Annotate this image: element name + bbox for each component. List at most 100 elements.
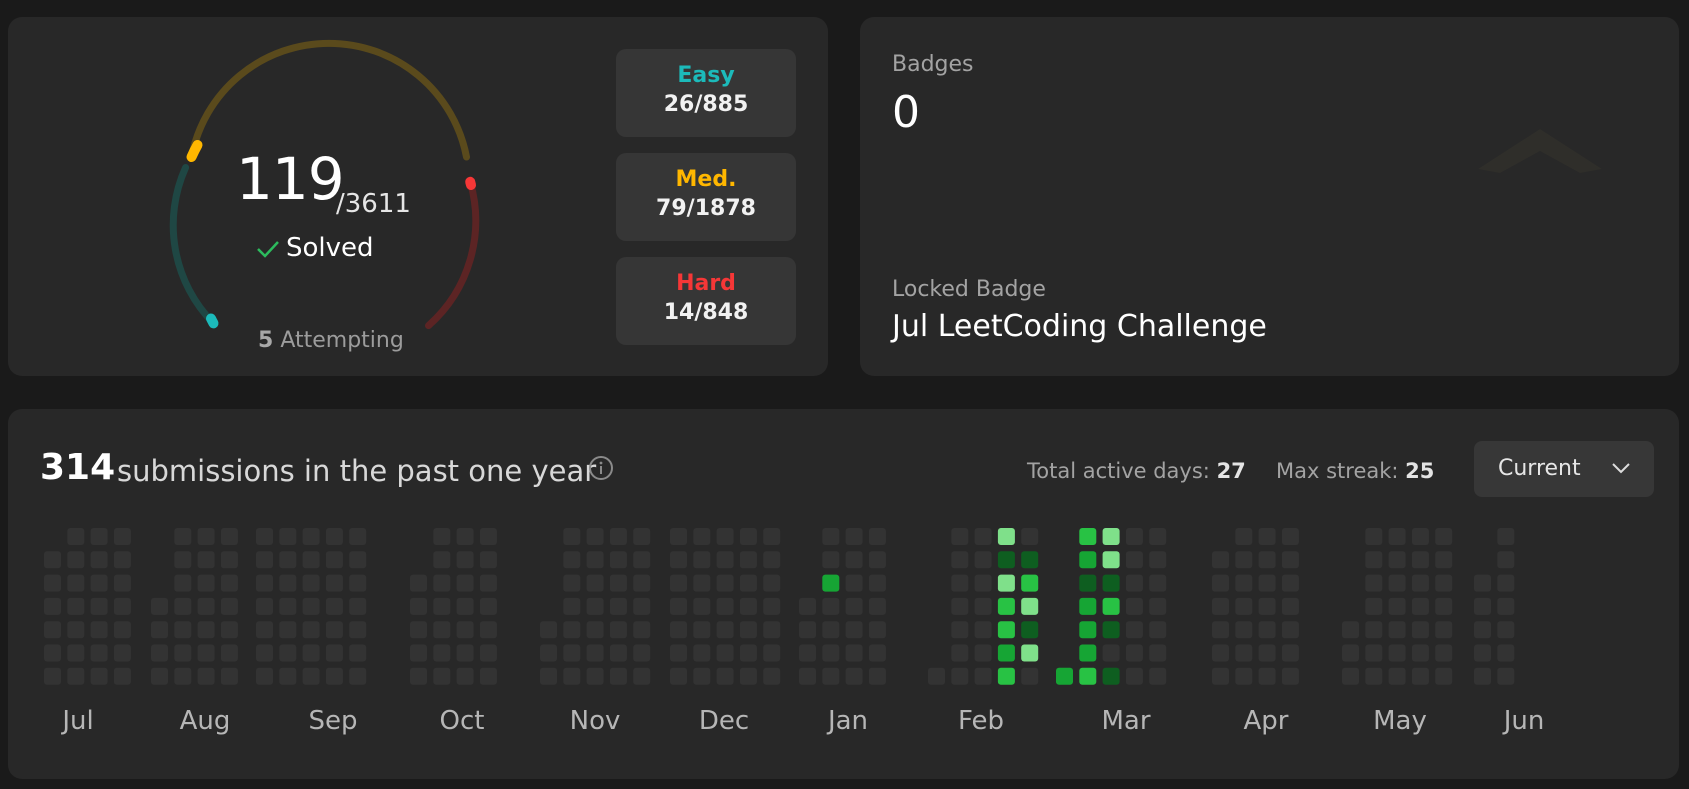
heatmap-day-cell[interactable] [151, 667, 168, 685]
heatmap-day-cell[interactable] [433, 667, 451, 685]
heatmap-day-cell[interactable] [1212, 621, 1229, 639]
heatmap-day-cell[interactable] [302, 597, 320, 615]
heatmap-day-cell[interactable] [763, 597, 781, 615]
heatmap-day-cell[interactable] [349, 597, 367, 615]
heatmap-day-cell[interactable] [822, 644, 840, 662]
heatmap-day-cell[interactable] [763, 644, 781, 662]
heatmap-day-cell[interactable] [763, 574, 781, 592]
heatmap-day-cell[interactable] [1021, 621, 1039, 639]
heatmap-day-cell[interactable] [716, 551, 734, 569]
heatmap-day-cell[interactable] [349, 644, 367, 662]
heatmap-day-cell[interactable] [845, 597, 863, 615]
heatmap-day-cell[interactable] [174, 551, 192, 569]
heatmap-day-cell[interactable] [479, 597, 497, 615]
heatmap-day-cell[interactable] [1258, 597, 1276, 615]
heatmap-day-cell[interactable] [563, 574, 581, 592]
heatmap-day-cell[interactable] [609, 667, 627, 685]
heatmap-day-cell[interactable] [670, 644, 687, 662]
heatmap-day-cell[interactable] [151, 597, 168, 615]
heatmap-day-cell[interactable] [1388, 597, 1406, 615]
heatmap-day-cell[interactable] [1258, 528, 1276, 545]
range-select-button[interactable]: Current [1474, 441, 1654, 497]
heatmap-day-cell[interactable] [716, 528, 734, 545]
heatmap-day-cell[interactable] [586, 667, 604, 685]
heatmap-day-cell[interactable] [693, 597, 711, 615]
heatmap-day-cell[interactable] [113, 644, 131, 662]
heatmap-day-cell[interactable] [974, 597, 992, 615]
heatmap-day-cell[interactable] [1435, 667, 1453, 685]
badges-card[interactable]: Badges 0 Locked Badge Jul LeetCoding Cha… [860, 17, 1679, 376]
heatmap-day-cell[interactable] [279, 667, 297, 685]
heatmap-day-cell[interactable] [1435, 644, 1453, 662]
heatmap-day-cell[interactable] [974, 644, 992, 662]
heatmap-day-cell[interactable] [1021, 528, 1039, 545]
heatmap-day-cell[interactable] [799, 644, 816, 662]
heatmap-day-cell[interactable] [456, 551, 474, 569]
heatmap-day-cell[interactable] [90, 644, 108, 662]
heatmap-day-cell[interactable] [1281, 528, 1299, 545]
heatmap-day-cell[interactable] [410, 621, 427, 639]
heatmap-day-cell[interactable] [1021, 597, 1039, 615]
heatmap-day-cell[interactable] [540, 621, 557, 639]
heatmap-day-cell[interactable] [1125, 528, 1143, 545]
heatmap-day-cell[interactable] [563, 621, 581, 639]
heatmap-day-cell[interactable] [44, 667, 61, 685]
heatmap-day-cell[interactable] [1497, 621, 1515, 639]
heatmap-day-cell[interactable] [633, 644, 651, 662]
heatmap-day-cell[interactable] [1258, 644, 1276, 662]
heatmap-day-cell[interactable] [609, 574, 627, 592]
heatmap-day-cell[interactable] [822, 528, 840, 545]
heatmap-day-cell[interactable] [67, 644, 85, 662]
heatmap-day-cell[interactable] [197, 528, 215, 545]
heatmap-day-cell[interactable] [302, 644, 320, 662]
heatmap-day-cell[interactable] [90, 621, 108, 639]
heatmap-day-cell[interactable] [220, 621, 238, 639]
heatmap-day-cell[interactable] [609, 528, 627, 545]
heatmap-day-cell[interactable] [1235, 551, 1253, 569]
heatmap-day-cell[interactable] [845, 528, 863, 545]
heatmap-day-cell[interactable] [174, 528, 192, 545]
heatmap-day-cell[interactable] [1235, 597, 1253, 615]
heatmap-day-cell[interactable] [586, 551, 604, 569]
heatmap-day-cell[interactable] [410, 574, 427, 592]
heatmap-day-cell[interactable] [1497, 667, 1515, 685]
heatmap-day-cell[interactable] [739, 644, 757, 662]
medium-stat[interactable]: Med. 79/1878 [616, 153, 796, 241]
heatmap-day-cell[interactable] [44, 597, 61, 615]
heatmap-day-cell[interactable] [279, 574, 297, 592]
heatmap-day-cell[interactable] [197, 551, 215, 569]
heatmap-day-cell[interactable] [44, 574, 61, 592]
heatmap-day-cell[interactable] [1079, 644, 1097, 662]
heatmap-day-cell[interactable] [302, 667, 320, 685]
heatmap-day-cell[interactable] [670, 667, 687, 685]
heatmap-day-cell[interactable] [1342, 621, 1359, 639]
heatmap-day-cell[interactable] [1125, 621, 1143, 639]
heatmap-day-cell[interactable] [609, 644, 627, 662]
heatmap-day-cell[interactable] [410, 644, 427, 662]
heatmap-day-cell[interactable] [633, 528, 651, 545]
heatmap-day-cell[interactable] [1102, 621, 1120, 639]
heatmap-day-cell[interactable] [1149, 528, 1167, 545]
heatmap-day-cell[interactable] [997, 551, 1015, 569]
heatmap-day-cell[interactable] [44, 621, 61, 639]
heatmap-day-cell[interactable] [302, 528, 320, 545]
heatmap-day-cell[interactable] [1021, 644, 1039, 662]
heatmap-day-cell[interactable] [670, 597, 687, 615]
heatmap-day-cell[interactable] [1212, 551, 1229, 569]
heatmap-day-cell[interactable] [67, 667, 85, 685]
heatmap-day-cell[interactable] [586, 621, 604, 639]
heatmap-day-cell[interactable] [1125, 597, 1143, 615]
heatmap-day-cell[interactable] [220, 551, 238, 569]
heatmap-day-cell[interactable] [1102, 574, 1120, 592]
heatmap-day-cell[interactable] [997, 667, 1015, 685]
heatmap-day-cell[interactable] [349, 551, 367, 569]
heatmap-day-cell[interactable] [868, 528, 886, 545]
heatmap-day-cell[interactable] [951, 621, 969, 639]
heatmap-day-cell[interactable] [1435, 621, 1453, 639]
heatmap-day-cell[interactable] [609, 551, 627, 569]
heatmap-day-cell[interactable] [1021, 551, 1039, 569]
heatmap-day-cell[interactable] [563, 551, 581, 569]
heatmap-day-cell[interactable] [256, 551, 273, 569]
heatmap-day-cell[interactable] [563, 528, 581, 545]
heatmap-day-cell[interactable] [279, 644, 297, 662]
